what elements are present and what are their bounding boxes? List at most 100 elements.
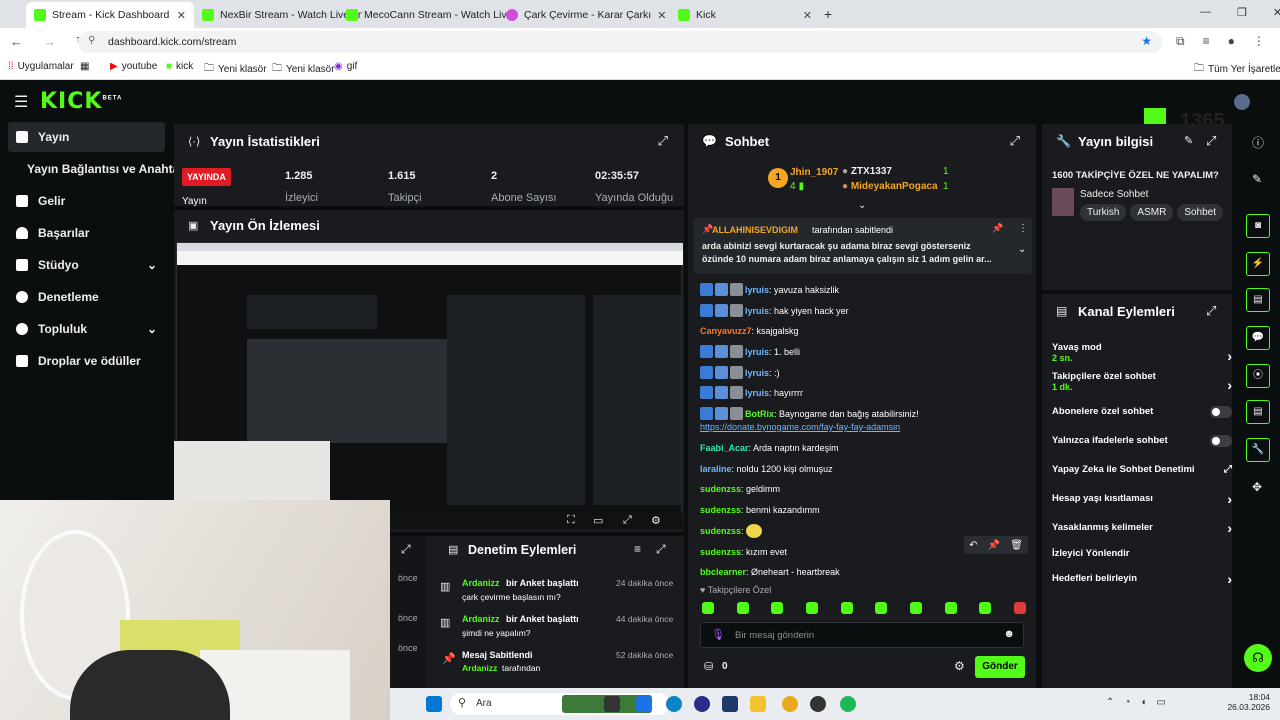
leader-2[interactable]: ● ZTX1337 <box>842 166 892 177</box>
sidebar-item-studyo[interactable]: Stüdyo ⌄ <box>8 250 165 280</box>
tag[interactable]: ASMR <box>1130 204 1174 221</box>
sidebar-item-yayin[interactable]: Yayın <box>8 122 165 152</box>
spotify-icon[interactable] <box>840 696 856 712</box>
sidebar-item-droplar[interactable]: Droplar ve ödüller <box>8 346 165 376</box>
avatar[interactable] <box>1234 94 1250 110</box>
emote-icon[interactable] <box>979 602 992 614</box>
bookmark-apps[interactable]: ⁞⁞ Uygulamalar <box>8 61 74 72</box>
maximize-icon[interactable]: ❐ <box>1237 6 1247 19</box>
bookmark-star-icon[interactable]: ★ <box>1141 34 1152 48</box>
reply-icon[interactable]: ↶ <box>969 540 977 551</box>
emote-icon[interactable] <box>1013 602 1026 614</box>
chat-username[interactable]: bbclearner <box>700 567 746 577</box>
toggle-switch[interactable] <box>1210 406 1232 418</box>
chat-username[interactable]: lyruis <box>745 347 769 357</box>
apps-icon[interactable]: ✥ <box>1252 480 1262 494</box>
site-info-icon[interactable]: ⚲ <box>88 35 95 46</box>
store-icon[interactable] <box>722 696 738 712</box>
channel-action-row[interactable]: Yalnızca ifadelerle sohbet <box>1052 435 1232 459</box>
volume-icon[interactable]: ◖ <box>1140 697 1146 708</box>
bookmark-gif[interactable]: ◉ gif <box>334 61 357 72</box>
browser-tab-nexbir[interactable]: NexBir Stream - Watch Live on✕ <box>194 2 362 28</box>
channel-action-row[interactable]: Yavaş mod 2 sn. › <box>1052 342 1232 366</box>
chat-username[interactable]: lyruis <box>745 285 769 295</box>
channel-action-row[interactable]: Abonelere özel sohbet <box>1052 406 1232 430</box>
new-tab-icon[interactable]: + <box>824 6 832 22</box>
app-icon[interactable] <box>694 696 710 712</box>
filter-icon[interactable]: ≡ <box>634 542 641 556</box>
forward-icon[interactable]: → <box>43 34 56 50</box>
sidebar-item-gelir[interactable]: Gelir <box>8 186 165 216</box>
chat-username[interactable]: laraline <box>700 464 732 474</box>
bookmark-grid[interactable]: ▦ <box>80 61 89 72</box>
back-icon[interactable]: ← <box>10 34 23 50</box>
task-view-icon[interactable] <box>604 696 620 712</box>
delete-icon[interactable]: 🗑 <box>1010 540 1023 551</box>
browser-tab-cark[interactable]: Çark Çevirme - Karar Çarkı ✕ <box>498 2 666 28</box>
chat-username[interactable]: Faabi_Acar <box>700 443 749 453</box>
channel-action-row[interactable]: Hesap yaşı kısıtlaması › <box>1052 491 1232 517</box>
bookmark-youtube[interactable]: ▶ youtube <box>110 61 157 72</box>
sidebar-item-stream-key[interactable]: Yayın Bağlantısı ve Anahtarı <box>19 154 187 184</box>
pip-icon[interactable]: ▭ <box>593 514 603 527</box>
emote-icon[interactable] <box>875 602 888 614</box>
top-gifter-name[interactable]: Jhin_1907 <box>790 167 838 178</box>
unpin-icon[interactable]: 📌 <box>992 223 1003 234</box>
channel-action-row[interactable]: Takipçilere özel sohbet 1 dk. › <box>1052 371 1232 395</box>
widgets-icon[interactable] <box>636 696 652 712</box>
emote-icon[interactable] <box>702 602 714 614</box>
emote-icon[interactable] <box>736 602 749 614</box>
channel-action-row[interactable]: Yasaklanmış kelimeler › <box>1052 520 1232 546</box>
expand-icon[interactable]: ⤢ <box>1206 303 1216 319</box>
battery-icon[interactable]: ▭ <box>1156 697 1165 708</box>
sidebar-item-denetleme[interactable]: Denetleme <box>8 282 165 312</box>
list-icon[interactable]: ▤ <box>1246 400 1270 424</box>
bookmark-folder-1[interactable]: 🗀 Yeni klasör <box>204 61 267 78</box>
channel-action-row[interactable]: Yapay Zeka ile Sohbet Denetimi ⤢ <box>1052 464 1232 488</box>
bookmark-kick[interactable]: ■ kick <box>166 61 193 72</box>
chevron-down-icon[interactable]: ⌄ <box>1018 244 1026 255</box>
minimize-icon[interactable]: — <box>1200 6 1211 19</box>
profile-icon[interactable]: ● <box>1228 34 1235 49</box>
support-icon[interactable]: ☊ <box>1244 644 1272 672</box>
expand-icon[interactable]: ⤢ <box>656 542 666 557</box>
chrome-icon[interactable] <box>782 696 798 712</box>
browser-tab-kick-dashboard[interactable]: Stream - Kick Dashboard ✕ <box>26 2 194 28</box>
document-icon[interactable]: ▤ <box>1246 288 1270 312</box>
expand-icon[interactable]: ⤢ <box>1010 133 1020 149</box>
emote-icon[interactable] <box>771 602 784 614</box>
edit-icon[interactable]: ✎ <box>1252 172 1262 186</box>
pin-icon[interactable]: 📌 <box>988 540 1000 551</box>
chat-username[interactable]: BotRix <box>745 409 774 419</box>
mic-icon[interactable]: 🎙 <box>711 628 725 641</box>
all-bookmarks[interactable]: 🗀 Tüm Yer İşaretleri <box>1194 61 1280 78</box>
tray-chevron-icon[interactable]: ⌃ <box>1106 697 1114 708</box>
close-tab-icon[interactable]: ✕ <box>177 9 186 22</box>
expand-icon[interactable]: ⤢ <box>658 133 668 149</box>
chat-settings-icon[interactable]: ⚙ <box>954 659 965 673</box>
chat-username[interactable]: Canyavuzz7 <box>700 326 752 336</box>
file-explorer-icon[interactable] <box>750 696 766 712</box>
chat-username[interactable]: lyruis <box>745 368 769 378</box>
wifi-icon[interactable]: ◔ <box>1124 697 1130 708</box>
expand-icon[interactable]: ⤢ <box>401 542 411 557</box>
more-options-icon[interactable]: ⋮ <box>1018 223 1028 234</box>
info-icon[interactable]: ⓘ <box>1252 134 1264 151</box>
emote-icon[interactable] <box>909 602 922 614</box>
lightning-icon[interactable]: ⚡ <box>1246 252 1270 276</box>
sidebar-item-topluluk[interactable]: Topluluk ⌄ <box>8 314 165 344</box>
close-window-icon[interactable]: ✕ <box>1273 6 1280 19</box>
chat-icon[interactable]: 💬 <box>1246 326 1270 350</box>
chat-username[interactable]: sudenzss <box>700 505 741 515</box>
clock[interactable]: 18:04 26.03.2026 <box>1216 692 1270 712</box>
toggle-switch[interactable] <box>1210 435 1232 447</box>
tag[interactable]: Turkish <box>1080 204 1127 221</box>
edit-icon[interactable]: ✎ <box>1184 134 1193 147</box>
close-tab-icon[interactable]: ✕ <box>803 9 812 22</box>
chat-username[interactable]: sudenzss <box>700 526 741 536</box>
hamburger-menu-icon[interactable]: ☰ <box>14 92 28 112</box>
chat-input[interactable]: 🎙 Bir mesaj gönderin ☻ <box>700 622 1024 648</box>
emoji-icon[interactable]: ☻ <box>1003 628 1015 640</box>
chat-username[interactable]: sudenzss <box>700 547 741 557</box>
category-name[interactable]: Sadece Sohbet <box>1080 189 1148 200</box>
